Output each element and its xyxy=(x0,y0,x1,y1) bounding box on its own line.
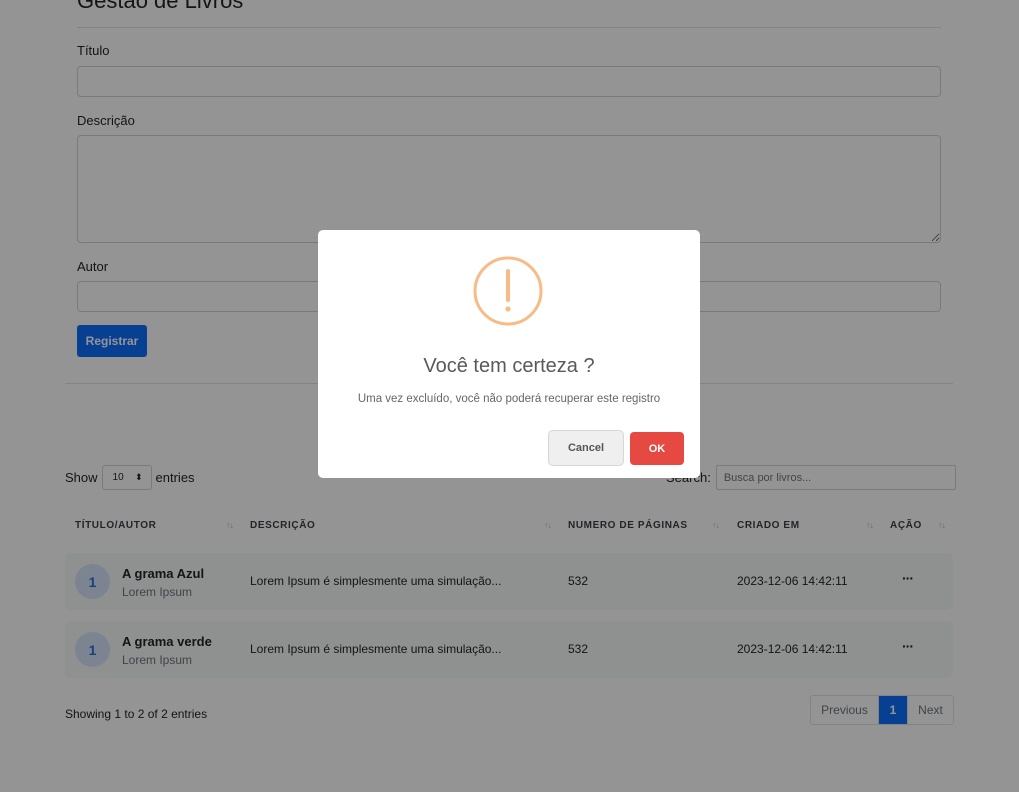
dialog-message: Uma vez excluído, você não poderá recupe… xyxy=(357,393,661,405)
ok-button[interactable]: OK xyxy=(630,432,684,465)
warning-icon xyxy=(473,256,543,326)
dialog-title: Você tem certeza ? xyxy=(423,355,595,377)
cancel-button[interactable]: Cancel xyxy=(548,430,624,466)
confirm-delete-dialog: Você tem certeza ? Uma vez excluído, voc… xyxy=(318,230,700,478)
